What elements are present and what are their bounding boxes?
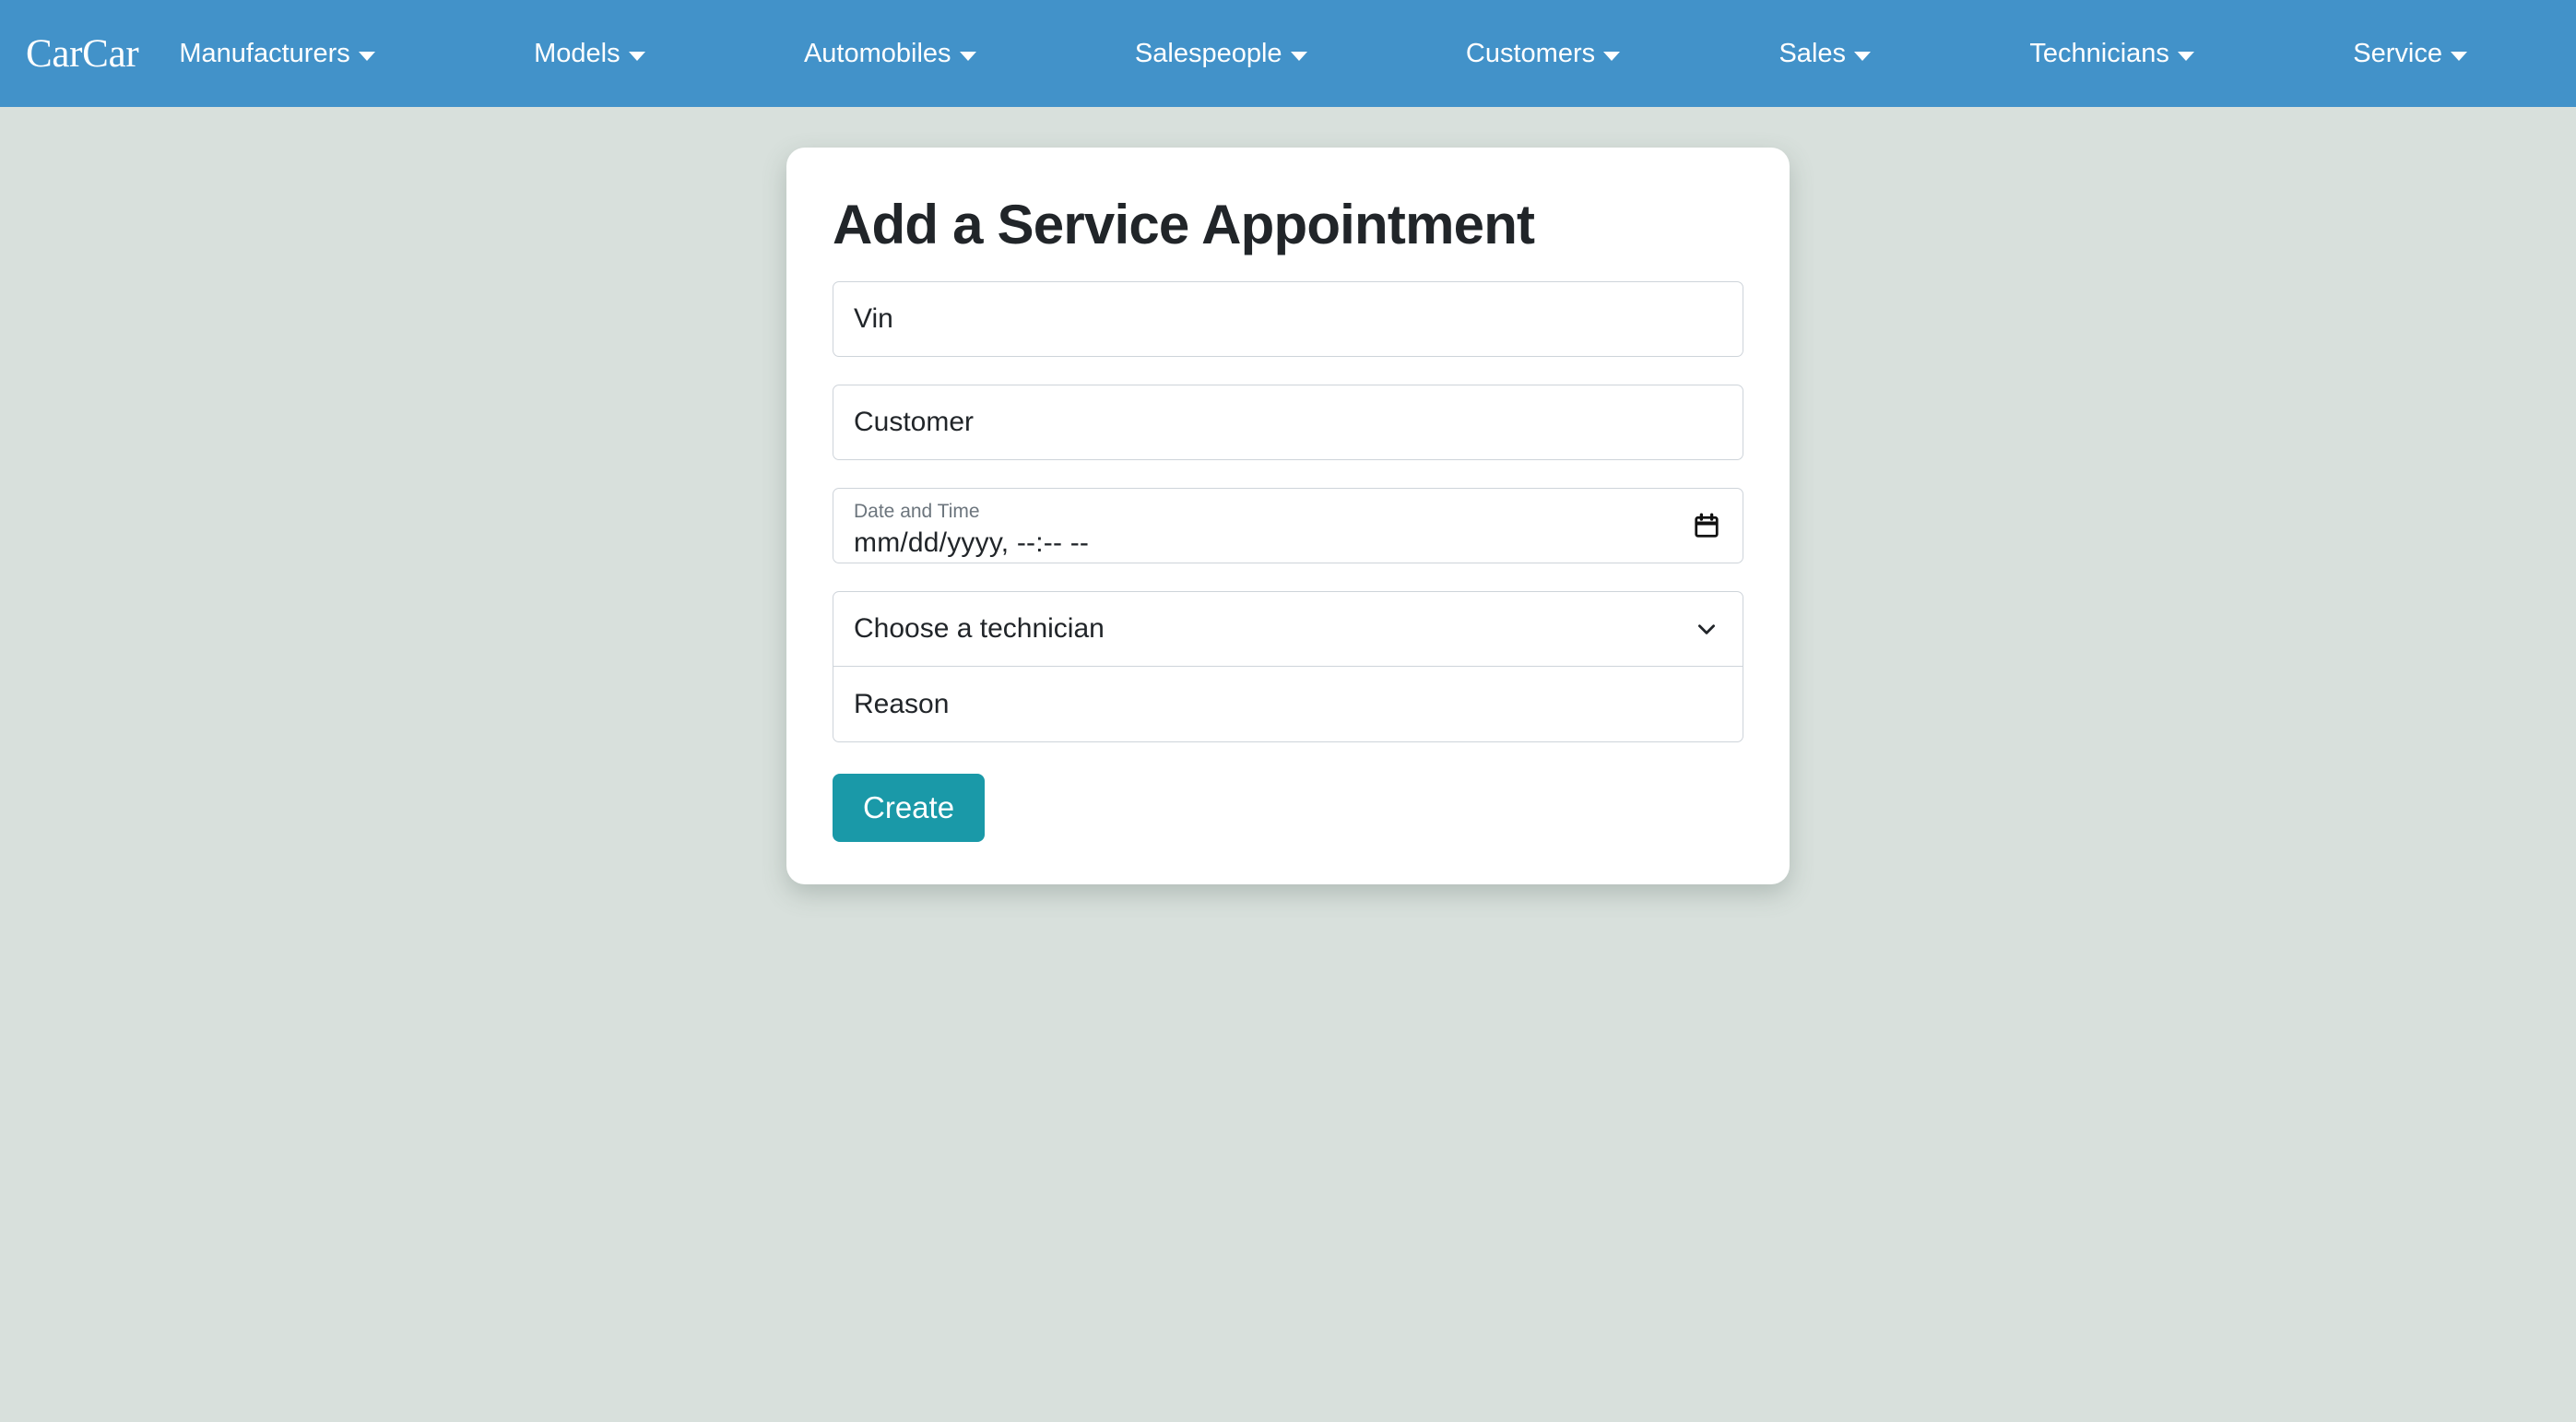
technician-selected-value: Choose a technician [854,613,1105,644]
nav-item-models[interactable]: Models [534,39,645,69]
page-body: Add a Service Appointment Vin Customer D… [0,107,2576,1422]
caret-down-icon [2450,52,2467,61]
chevron-down-icon [1695,617,1719,641]
nav-item-sales[interactable]: Sales [1778,38,1872,69]
nav-item-label: Manufacturers [179,38,350,68]
caret-down-icon [959,52,976,61]
nav-item-label: Customers [1465,38,1596,68]
nav-item-manufacturers[interactable]: Manufacturers [179,38,375,69]
nav-item-technicians[interactable]: Technicians [2029,39,2194,69]
caret-down-icon [2177,52,2194,61]
nav-item-label: Sales [1778,38,1847,68]
technician-select[interactable]: Choose a technician [833,591,1743,667]
nav-item-automobiles[interactable]: Automobiles [804,39,976,69]
customer-placeholder: Customer [854,407,975,437]
service-appointment-card: Add a Service Appointment Vin Customer D… [786,148,1790,885]
nav-item-salespeople[interactable]: Salespeople [1135,39,1307,69]
reason-input[interactable]: Reason [833,666,1743,742]
datetime-label: Date and Time [854,501,980,522]
nav-item-label: Salespeople [1134,38,1282,68]
caret-down-icon [358,52,375,61]
datetime-value: mm/dd/yyyy, --:-- -- [854,527,1090,558]
create-button[interactable]: Create [833,774,986,843]
vin-input[interactable]: Vin [833,281,1743,357]
caret-down-icon [1290,52,1307,61]
nav-item-customers[interactable]: Customers [1465,38,1621,69]
brand-logo[interactable]: CarCar [26,31,139,77]
customer-input[interactable]: Customer [833,385,1743,460]
datetime-input[interactable]: Date and Time mm/dd/yyyy, --:-- -- [833,488,1743,563]
nav-item-label: Technicians [2029,38,2169,68]
navbar-items: Manufacturers Models Automobiles Salespe… [179,39,2550,69]
reason-placeholder: Reason [854,688,950,719]
nav-item-service[interactable]: Service [2353,39,2467,69]
main-navbar: CarCar Manufacturers Models Automobiles … [0,0,2576,107]
page-title: Add a Service Appointment [833,194,1535,255]
vin-placeholder: Vin [854,303,893,334]
calendar-icon[interactable] [1693,512,1720,539]
caret-down-icon [628,52,645,61]
nav-item-label: Models [534,38,620,68]
caret-down-icon [1854,52,1872,61]
nav-item-label: Automobiles [803,38,951,68]
nav-item-label: Service [2353,38,2442,68]
caret-down-icon [1603,52,1621,61]
